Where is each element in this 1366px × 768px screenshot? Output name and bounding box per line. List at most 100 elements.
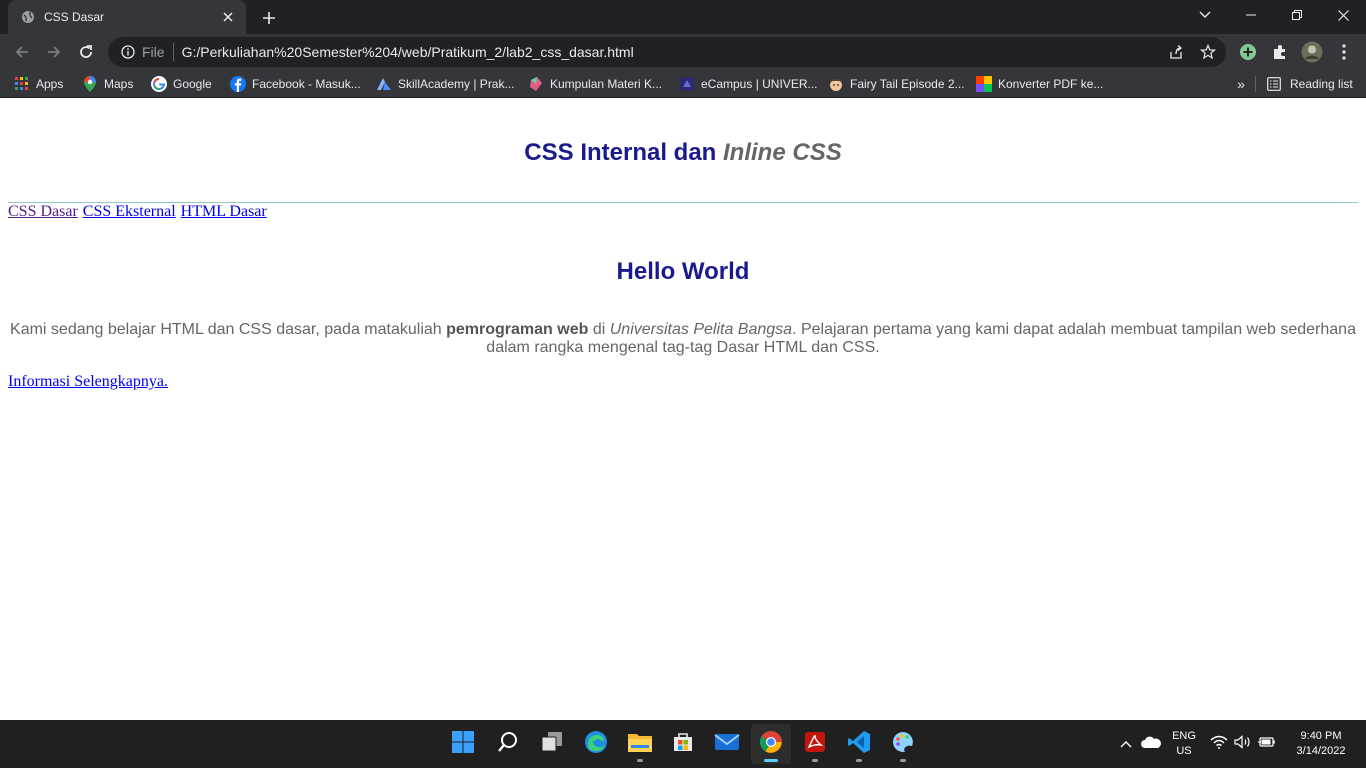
battery-icon [1258,735,1276,754]
profile-avatar-icon[interactable] [1300,40,1324,64]
chrome-menu-icon[interactable] [1332,40,1356,64]
bookmark-skillacademy[interactable]: SkillAcademy | Prak... [376,75,514,93]
bookmark-label: eCampus | UNIVER... [701,77,818,91]
info-icon[interactable] [120,44,136,60]
acrobat-app[interactable] [795,724,835,764]
restore-button[interactable] [1274,0,1320,30]
share-icon[interactable] [1166,42,1186,62]
tab-title: CSS Dasar [44,10,105,24]
ecampus-icon [679,76,695,92]
bookmark-label: Kumpulan Materi K... [550,77,663,91]
page-title-part1: CSS Internal dan [524,139,717,166]
task-view-button[interactable] [532,724,572,764]
bookmark-facebook[interactable]: Facebook - Masuk... [230,75,361,93]
bookmark-label: Konverter PDF ke... [998,77,1104,91]
fairytail-icon [828,76,844,92]
bookmark-label: Google [173,77,212,91]
reload-button[interactable] [72,38,100,66]
back-button[interactable] [8,38,36,66]
vscode-icon [847,730,871,759]
bookmark-konverter-pdf[interactable]: Konverter PDF ke... [976,75,1103,93]
search-icon [497,731,519,758]
file-explorer-icon [627,731,653,758]
paragraph-text-2: di [592,321,606,338]
bookmark-fairy-tail[interactable]: Fairy Tail Episode 2... [828,75,965,93]
extensions-puzzle-icon[interactable] [1268,40,1292,64]
bookmarks-bar: Apps Maps Google Facebook - Masuk... Ski… [0,70,1366,98]
microsoft-store-app[interactable] [663,724,703,764]
nav-link-html-dasar[interactable]: HTML Dasar [181,203,267,220]
search-button[interactable] [488,724,528,764]
bookmark-apps[interactable]: Apps [14,75,63,93]
facebook-icon [230,76,246,92]
skillacademy-icon [376,76,392,92]
nav-link-css-eksternal[interactable]: CSS Eksternal [83,203,176,220]
new-tab-button[interactable] [258,7,280,29]
page-title: CSS Internal dan Inline CSS [0,139,1366,167]
tab-css-dasar[interactable]: CSS Dasar [8,0,246,34]
mail-icon [714,732,740,757]
mail-app[interactable] [707,724,747,764]
paint-icon [891,730,915,759]
url-text[interactable]: G:/Perkuliahan%20Semester%204/web/Pratik… [182,44,634,60]
edge-app[interactable] [576,724,616,764]
language-indicator[interactable]: ENG US [1166,720,1202,768]
chrome-icon [759,730,783,759]
chrome-app[interactable] [751,724,791,764]
task-view-icon [540,731,564,758]
browser-toolbar: File G:/Perkuliahan%20Semester%204/web/P… [0,34,1366,70]
clock-time: 9:40 PM [1300,730,1342,742]
google-icon [151,76,167,92]
close-tab-icon[interactable] [220,9,236,25]
kumpulan-icon [528,76,544,92]
quick-settings-button[interactable] [1210,720,1276,768]
bookmark-star-icon[interactable] [1198,42,1218,62]
acrobat-icon [804,731,826,758]
bookmark-label: Fairy Tail Episode 2... [850,77,965,91]
tab-search-icon[interactable] [1182,0,1228,30]
running-indicator [812,759,818,762]
page-nav: CSS Dasar CSS Eksternal HTML Dasar [8,203,268,221]
paint-app[interactable] [883,724,923,764]
minimize-button[interactable] [1228,0,1274,30]
start-icon [451,730,475,759]
vscode-app[interactable] [839,724,879,764]
wifi-icon [1210,735,1228,754]
onedrive-cloud-icon [1141,735,1161,753]
forward-button[interactable] [40,38,68,66]
start-button[interactable] [443,724,483,764]
clock[interactable]: 9:40 PM 3/14/2022 [1284,720,1358,768]
globe-icon [20,9,36,25]
onedrive-button[interactable] [1139,720,1163,768]
add-extension-icon[interactable] [1236,40,1260,64]
running-indicator [900,759,906,762]
more-bookmarks-button[interactable]: » [1232,75,1250,93]
running-indicator [764,759,778,762]
tab-strip: CSS Dasar [0,0,1366,34]
close-window-button[interactable] [1320,0,1366,30]
maps-pin-icon [82,76,98,92]
volume-icon [1234,734,1252,754]
address-bar[interactable]: File G:/Perkuliahan%20Semester%204/web/P… [108,37,1226,67]
bookmark-kumpulan-materi[interactable]: Kumpulan Materi K... [528,75,662,93]
more-info-link[interactable]: Informasi Selengkapnya. [8,373,168,391]
edge-icon [584,730,608,759]
apps-grid-icon [14,76,30,92]
nav-link-css-dasar[interactable]: CSS Dasar [8,203,78,220]
reading-list-button[interactable]: Reading list [1266,75,1353,93]
show-hidden-icons-button[interactable] [1116,720,1136,768]
bookmarks-separator [1255,76,1256,92]
hello-heading: Hello World [616,258,750,285]
bookmark-google[interactable]: Google [151,75,212,93]
page-title-part2: Inline CSS [723,139,842,166]
file-explorer-app[interactable] [620,724,660,764]
intro-paragraph: Kami sedang belajar HTML dan CSS dasar, … [8,321,1358,357]
keyboard-region: US [1176,745,1192,757]
microsoft-store-icon [672,731,694,758]
bookmark-maps[interactable]: Maps [82,75,133,93]
bookmark-label: Apps [36,77,64,91]
bookmark-label: SkillAcademy | Prak... [398,77,515,91]
bookmark-ecampus[interactable]: eCampus | UNIVER... [679,75,817,93]
bookmark-label: Facebook - Masuk... [252,77,361,91]
windows-taskbar: ENG US 9:40 PM 3/14/2022 [0,720,1366,768]
